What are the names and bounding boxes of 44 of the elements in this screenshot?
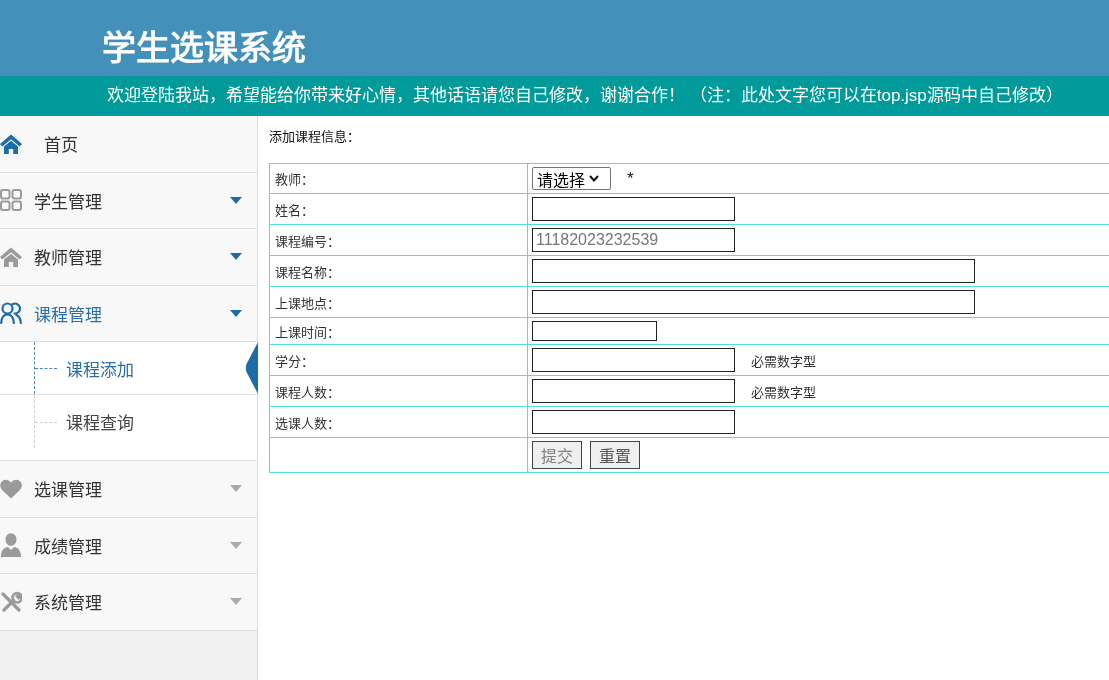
site-title: 学生选课系统 (102, 29, 306, 69)
house-icon (0, 246, 22, 267)
submenu-item[interactable]: 课程查询 (0, 395, 257, 448)
teacher-dropdown[interactable]: 请选择 (532, 167, 611, 190)
people-icon (0, 302, 22, 325)
sidebar-item[interactable]: 选课管理 (0, 461, 257, 518)
grid-icon (0, 189, 22, 212)
field-hint: 必需数字型 (751, 383, 816, 401)
form-title: 添加课程信息： (269, 128, 360, 145)
text-field[interactable]: 11182023232539 (532, 228, 735, 252)
sidebar-item[interactable]: 教师管理 (0, 229, 257, 286)
required-mark: * (627, 168, 634, 189)
submenu-item[interactable]: 课程添加 (0, 342, 257, 395)
sidebar-item[interactable]: 学生管理 (0, 172, 257, 229)
form-label: 上课地点： (269, 286, 528, 318)
heart-icon (0, 478, 22, 499)
form-label: 教师： (269, 163, 528, 194)
house-icon (0, 133, 22, 154)
text-field[interactable] (532, 197, 735, 221)
submit-button[interactable]: 提交 (532, 441, 582, 469)
form-label: 上课时间： (269, 317, 528, 345)
person-icon (0, 533, 22, 558)
form-label: 选课人数： (269, 406, 528, 438)
sidebar-item[interactable]: 系统管理 (0, 574, 257, 631)
form-label: 课程名称： (269, 255, 528, 287)
text-field[interactable] (532, 379, 735, 403)
text-field[interactable] (532, 321, 657, 341)
notice-text: 欢迎登陆我站，希望能给你带来好心情，其他话语请您自己修改，谢谢合作！ （注：此处文字您可以在top.jsp源码中自己修改） (107, 85, 1063, 107)
text-field[interactable] (532, 410, 735, 434)
sidebar-item[interactable]: 课程管理 (0, 285, 257, 342)
sidebar-item[interactable]: 首页 (0, 116, 257, 173)
form-label: 课程编号： (269, 224, 528, 256)
text-field[interactable] (532, 290, 975, 314)
sidebar-item[interactable]: 成绩管理 (0, 517, 257, 574)
text-field[interactable] (532, 259, 975, 283)
tools-icon (0, 590, 22, 613)
field-hint: 必需数字型 (751, 352, 816, 370)
form-label: 姓名： (269, 193, 528, 225)
text-field[interactable] (532, 348, 735, 372)
reset-button[interactable]: 重置 (590, 441, 640, 469)
chevron-down-icon (589, 175, 599, 182)
selection-pointer-icon (245, 342, 258, 394)
form-label: 学分： (269, 344, 528, 376)
form-label: 课程人数： (269, 375, 528, 407)
